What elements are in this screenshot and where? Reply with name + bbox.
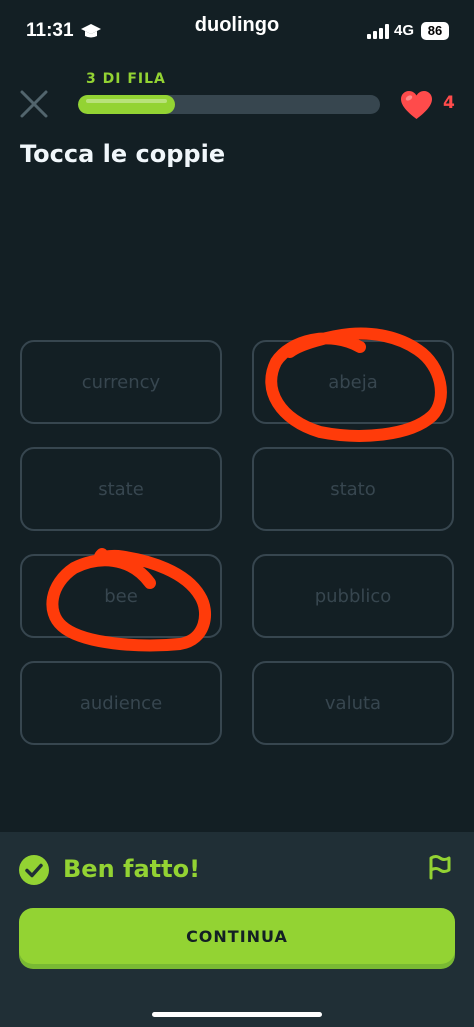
tile-left-4[interactable]: audience <box>20 661 222 745</box>
home-indicator <box>152 1012 322 1017</box>
progress-fill <box>78 95 175 114</box>
tile-right-4[interactable]: valuta <box>252 661 454 745</box>
prompt-title: Tocca le coppie <box>20 140 226 168</box>
tile-left-2[interactable]: state <box>20 447 222 531</box>
continue-button[interactable]: CONTINUA <box>19 908 455 964</box>
battery-level: 86 <box>421 22 449 40</box>
heart-icon <box>401 91 432 119</box>
network-type: 4G <box>394 22 415 39</box>
tile-left-1[interactable]: currency <box>20 340 222 424</box>
tile-left-3[interactable]: bee <box>20 554 222 638</box>
feedback-message: Ben fatto! <box>63 855 201 883</box>
hearts-count: 4 <box>443 93 455 113</box>
lesson-progress-bar <box>78 95 380 114</box>
progress-shine <box>86 99 167 103</box>
tile-right-2[interactable]: stato <box>252 447 454 531</box>
flag-icon[interactable] <box>426 852 454 880</box>
tile-right-1[interactable]: abeja <box>252 340 454 424</box>
check-circle-icon <box>19 855 49 885</box>
tile-right-3[interactable]: pubblico <box>252 554 454 638</box>
close-icon[interactable] <box>18 88 50 120</box>
signal-icon <box>367 24 389 39</box>
streak-label: 3 DI FILA <box>86 71 166 87</box>
status-bar: 11:31 duolingo 4G 86 <box>0 0 474 60</box>
